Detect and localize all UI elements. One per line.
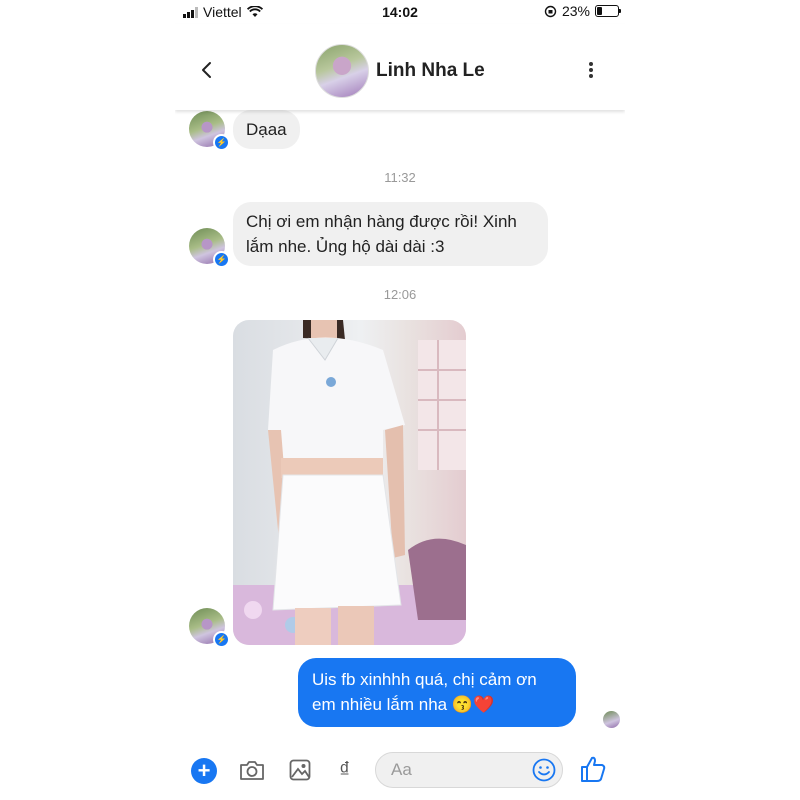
like-icon[interactable] [580,755,606,783]
status-right: 23% [544,3,621,19]
payment-button[interactable]: ₫ [339,757,350,783]
incoming-message[interactable]: Dạaa [233,110,300,149]
plus-icon[interactable]: + [191,758,217,784]
battery-icon [595,5,621,17]
orientation-lock-icon [544,5,557,17]
status-bar: Viettel 14:02 23% [175,0,625,24]
photo-message[interactable] [233,320,466,645]
messenger-badge-icon: ⚡ [213,134,230,151]
outgoing-message[interactable]: Uis fb xinhhh quá, chị cảm ơn em nhiều l… [298,658,576,727]
conversation-header: Linh Nha Le [175,24,625,110]
timestamp: 12:06 [383,287,417,302]
chat-screen: Viettel 14:02 23% Linh Nha Le ⚡ Dạaa 11:… [175,0,625,800]
contact-name[interactable]: Linh Nha Le [376,60,485,82]
contact-avatar[interactable] [315,44,369,98]
photo-content [233,320,466,645]
messenger-badge-icon: ⚡ [213,631,230,648]
more-icon[interactable] [587,62,595,82]
battery-percent: 23% [561,3,590,19]
incoming-message[interactable]: Chị ơi em nhận hàng được rồi! Xinh lắm n… [233,202,548,266]
messenger-badge-icon: ⚡ [213,251,230,268]
timestamp: 11:32 [384,170,416,185]
message-composer: + ₫ [175,742,625,800]
gallery-icon[interactable] [289,759,311,781]
camera-icon[interactable] [239,759,265,781]
emoji-icon[interactable] [532,758,556,782]
read-receipt-avatar [603,711,620,728]
back-icon[interactable] [197,60,217,80]
